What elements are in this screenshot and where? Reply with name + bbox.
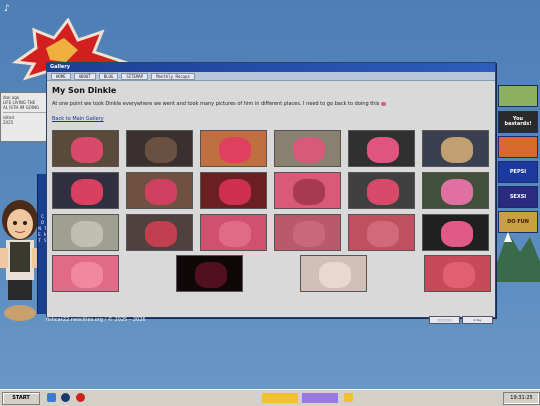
gallery-thumbnail[interactable] [126, 214, 193, 251]
gallery-thumbnail[interactable] [52, 255, 119, 292]
gallery-thumbnail[interactable] [176, 255, 243, 292]
dinkle-plush-image [71, 179, 103, 205]
dinkle-plush-image [293, 221, 325, 247]
ad-banner-dogs[interactable] [498, 85, 538, 107]
ad-banner-orange[interactable] [498, 136, 538, 158]
mountain-image [490, 232, 540, 282]
gallery-thumbnail[interactable] [200, 172, 267, 209]
nav-sitemap[interactable]: SITEMAP [121, 72, 149, 80]
gallery-window: Gallery HOME ABOUT BLOG SITEMAP Monthly … [46, 62, 496, 318]
dinkle-plush-image [219, 221, 251, 247]
folder-icon[interactable] [344, 393, 353, 402]
old-window-fragment: dan ago LIFE LIVING THE AL ISTH IM GOING… [0, 92, 50, 142]
divider [3, 112, 47, 113]
dinkle-plush-image [145, 179, 177, 205]
gallery-thumbnail[interactable] [274, 130, 341, 167]
task-badge-yellow[interactable] [262, 393, 298, 403]
gallery-thumbnail[interactable] [52, 214, 119, 251]
gallery-thumbnail[interactable] [200, 130, 267, 167]
gallery-thumbnail[interactable] [274, 172, 341, 209]
gallery-thumbnail[interactable] [348, 214, 415, 251]
dinkle-icon [381, 101, 387, 106]
gallery-thumbnail[interactable] [274, 214, 341, 251]
page-content: My Son Dinkle At one point we took Dinkl… [47, 81, 495, 129]
dinkle-plush-image [441, 179, 473, 205]
ad-banner-sexsi[interactable]: SEXSI [498, 186, 538, 208]
gallery-thumbnail[interactable] [126, 130, 193, 167]
dinkle-plush-image [71, 221, 103, 247]
music-note-icon[interactable]: ♪ [4, 5, 13, 14]
ad-banner-you-bastards[interactable]: You bastards! [498, 111, 538, 133]
gallery-thumbnail[interactable] [422, 214, 489, 251]
page-title: My Son Dinkle [52, 86, 117, 95]
record-icon[interactable] [76, 393, 85, 402]
dinkle-plush-image [367, 137, 399, 163]
photo-grid [52, 130, 492, 292]
start-button[interactable]: START [2, 392, 40, 405]
dinkle-plush-image [145, 137, 177, 163]
footer-badge[interactable]: ▢▢▢▢▢ [429, 316, 460, 324]
gallery-thumbnail[interactable] [348, 172, 415, 209]
footer-badges: ▢▢▢▢▢ 2 day [429, 316, 493, 324]
old-window-line: 2025 [3, 120, 14, 125]
dinkle-plush-image [219, 137, 251, 163]
dinkle-plush-image [441, 221, 473, 247]
task-badge-purple[interactable] [302, 393, 338, 403]
nav-bar: HOME ABOUT BLOG SITEMAP Monthly Recaps [47, 72, 495, 81]
taskbar: START 19:31:25 [0, 389, 540, 406]
dinkle-plush-image [71, 137, 103, 163]
dinkle-plush-image [367, 179, 399, 205]
steam-icon[interactable] [61, 393, 70, 402]
gallery-thumbnail[interactable] [424, 255, 491, 292]
footer-link[interactable]: fishcar22.neocities.org / © 2025 – 2026 [46, 317, 146, 323]
gallery-thumbnail[interactable] [348, 130, 415, 167]
gallery-thumbnail[interactable] [300, 255, 367, 292]
dinkle-plush-image [367, 221, 399, 247]
dinkle-plush-image [443, 262, 475, 288]
dinkle-plush-image [71, 262, 103, 288]
dinkle-plush-image [219, 179, 251, 205]
gallery-thumbnail[interactable] [126, 172, 193, 209]
footer-badge[interactable]: 2 day [462, 316, 493, 324]
nav-home[interactable]: HOME [51, 72, 71, 80]
window-titlebar[interactable]: Gallery [47, 63, 495, 72]
old-window-line: AL ISTH IM GOING [3, 105, 40, 110]
dinkle-plush-image [145, 221, 177, 247]
dinkle-plush-image [293, 179, 325, 205]
gallery-thumbnail[interactable] [200, 214, 267, 251]
nav-monthly-recaps[interactable]: Monthly Recaps [151, 72, 195, 80]
gallery-thumbnail[interactable] [52, 130, 119, 167]
clock: 19:31:25 [503, 392, 540, 405]
dinkle-plush-image [293, 137, 325, 163]
ad-banner-pepsi[interactable]: PEPSI [498, 161, 538, 183]
dinkle-plush-image [319, 262, 351, 288]
dinkle-plush-image [195, 262, 227, 288]
butterfly-icon[interactable] [47, 393, 56, 402]
nav-blog[interactable]: BLOG [98, 72, 119, 80]
gallery-thumbnail[interactable] [422, 130, 489, 167]
dinkle-plush-image [441, 137, 473, 163]
gallery-thumbnail[interactable] [52, 172, 119, 209]
back-to-gallery-link[interactable]: Back to Main Gallery [52, 116, 490, 122]
gallery-thumbnail[interactable] [422, 172, 489, 209]
page-description: At one point we took Dinkle everywhere w… [52, 101, 490, 107]
nav-about[interactable]: ABOUT [73, 72, 96, 80]
